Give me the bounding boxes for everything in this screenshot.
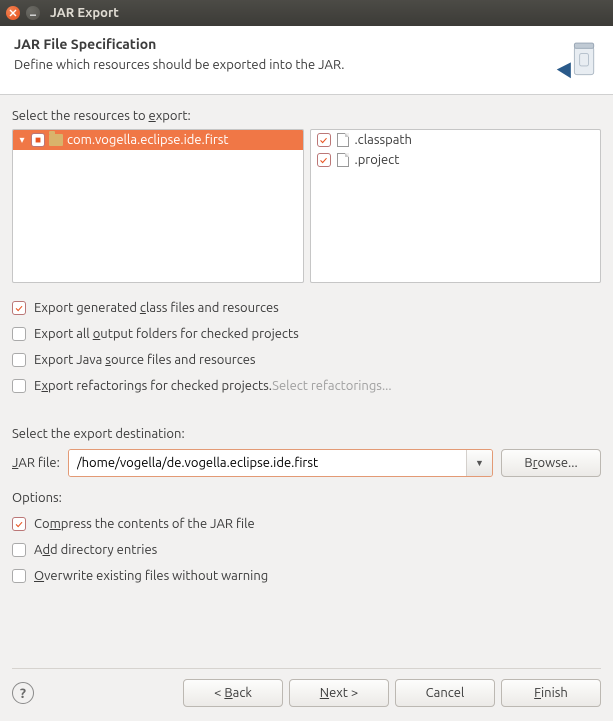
help-button[interactable]: ? (12, 682, 34, 704)
checkbox[interactable]: ✓ (12, 327, 26, 341)
footer: ? < Back Next > Cancel Finish (0, 658, 613, 721)
file-label: .classpath (355, 133, 412, 147)
header-subtitle: Define which resources should be exporte… (14, 58, 344, 72)
export-refactorings-row[interactable]: ✓ Export refactorings for checked projec… (12, 373, 601, 399)
options-label: Options: (12, 491, 601, 505)
help-icon: ? (20, 685, 26, 701)
back-button[interactable]: < Back (183, 679, 283, 707)
finish-button[interactable]: Finish (501, 679, 601, 707)
checkbox-label: Compress the contents of the JAR file (34, 517, 255, 531)
resources-label: Select the resources to export: (12, 109, 601, 123)
window-minimize-button[interactable] (26, 6, 40, 20)
file-list-panel[interactable]: ✓ .classpath ✓ .project (310, 129, 602, 283)
browse-button[interactable]: Browse... (501, 449, 601, 477)
chevron-down-icon: ▼ (475, 458, 484, 468)
checkbox-label: Export all output folders for checked pr… (34, 327, 299, 341)
checkbox-label: Export refactorings for checked projects… (34, 379, 392, 393)
overwrite-row[interactable]: ✓ Overwrite existing files without warni… (12, 563, 601, 589)
list-item[interactable]: ✓ .classpath (311, 130, 601, 150)
compress-row[interactable]: ✓ Compress the contents of the JAR file (12, 511, 601, 537)
checkbox-label: Overwrite existing files without warning (34, 569, 268, 583)
content-area: Select the resources to export: ▾ ■ com.… (0, 95, 613, 589)
checkbox[interactable]: ✓ (12, 569, 26, 583)
select-refactorings-link[interactable]: Select refactorings... (272, 379, 391, 393)
tree-checkbox[interactable]: ■ (31, 133, 45, 147)
jar-file-label: JAR file: (12, 456, 60, 470)
jar-file-input[interactable] (69, 450, 466, 476)
export-class-files-row[interactable]: ✓ Export generated class files and resou… (12, 295, 601, 321)
tree-expander-icon[interactable]: ▾ (17, 134, 27, 146)
checkbox[interactable]: ✓ (12, 543, 26, 557)
add-directory-row[interactable]: ✓ Add directory entries (12, 537, 601, 563)
export-source-files-row[interactable]: ✓ Export Java source files and resources (12, 347, 601, 373)
checkbox[interactable]: ✓ (12, 379, 26, 393)
window-title: JAR Export (50, 6, 119, 20)
cancel-button[interactable]: Cancel (395, 679, 495, 707)
checkbox-label: Add directory entries (34, 543, 157, 557)
footer-separator (12, 668, 601, 669)
checkbox-label: Export generated class files and resourc… (34, 301, 279, 315)
file-checkbox[interactable]: ✓ (317, 133, 331, 147)
project-tree-panel[interactable]: ▾ ■ com.vogella.eclipse.ide.first (12, 129, 304, 283)
file-icon (337, 153, 349, 167)
destination-label: Select the export destination: (12, 427, 601, 441)
folder-icon (49, 134, 63, 146)
jar-icon (555, 36, 599, 80)
combo-dropdown-button[interactable]: ▼ (466, 450, 492, 476)
checkbox-label: Export Java source files and resources (34, 353, 256, 367)
next-button[interactable]: Next > (289, 679, 389, 707)
header-title: JAR File Specification (14, 36, 344, 52)
list-item[interactable]: ✓ .project (311, 150, 601, 170)
export-output-folders-row[interactable]: ✓ Export all output folders for checked … (12, 321, 601, 347)
tree-item-project[interactable]: ▾ ■ com.vogella.eclipse.ide.first (13, 130, 303, 150)
titlebar: JAR Export (0, 0, 613, 26)
checkbox[interactable]: ✓ (12, 301, 26, 315)
checkbox[interactable]: ✓ (12, 353, 26, 367)
jar-file-combo[interactable]: ▼ (68, 449, 493, 477)
file-label: .project (355, 153, 400, 167)
file-checkbox[interactable]: ✓ (317, 153, 331, 167)
wizard-header: JAR File Specification Define which reso… (0, 26, 613, 95)
tree-item-label: com.vogella.eclipse.ide.first (67, 133, 229, 147)
window-close-button[interactable] (6, 6, 20, 20)
checkbox[interactable]: ✓ (12, 517, 26, 531)
file-icon (337, 133, 349, 147)
